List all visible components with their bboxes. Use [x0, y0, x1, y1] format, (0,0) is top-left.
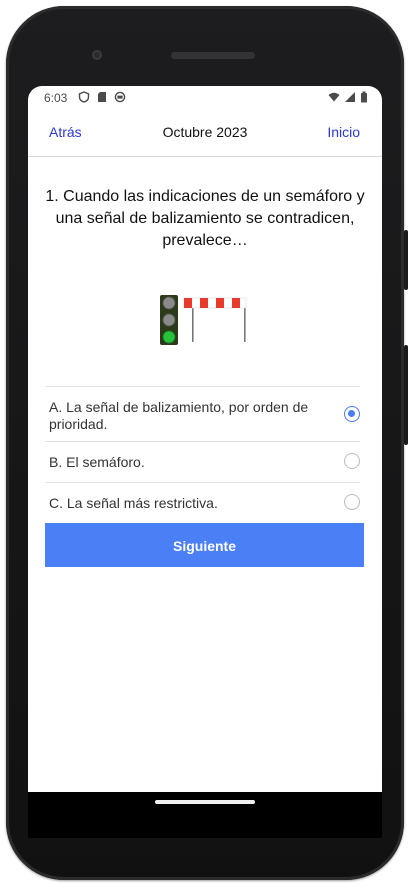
- status-time: 6:03: [44, 91, 68, 105]
- option-b[interactable]: B. El semáforo.: [45, 441, 360, 482]
- status-bar: 6:03: [28, 86, 382, 110]
- home-indicator[interactable]: [155, 800, 255, 804]
- barrier-icon: [183, 297, 247, 342]
- radio-button[interactable]: [344, 494, 360, 510]
- notification-icon: [114, 91, 126, 103]
- option-label: C. La señal más restrictiva.: [49, 495, 218, 511]
- battery-icon: [361, 91, 367, 103]
- question-text: 1. Cuando las indicaciones de un semáfor…: [45, 188, 365, 249]
- wifi-icon: [328, 92, 340, 102]
- sd-card-icon: [98, 92, 106, 102]
- radio-button[interactable]: [344, 453, 360, 469]
- power-button: [404, 230, 408, 290]
- radio-button-selected[interactable]: [344, 406, 360, 422]
- next-button[interactable]: Siguiente: [45, 523, 364, 567]
- traffic-light-icon: [160, 295, 178, 345]
- app-screen: 6:03 Atrás Octubre 2023 Inicio 1. Cuando…: [28, 86, 382, 792]
- shield-icon: [78, 91, 90, 103]
- home-link[interactable]: Inicio: [327, 124, 360, 140]
- earpiece-speaker: [171, 52, 255, 59]
- option-label: B. El semáforo.: [49, 454, 145, 470]
- volume-button: [404, 345, 408, 445]
- signal-icon: [345, 92, 355, 102]
- option-c[interactable]: C. La señal más restrictiva.: [45, 482, 360, 523]
- front-camera: [92, 50, 102, 60]
- option-label: A. La señal de balizamiento, por orden d…: [49, 399, 309, 432]
- question-illustration: [160, 295, 247, 345]
- system-navigation-bar: [28, 792, 382, 838]
- option-a[interactable]: A. La señal de balizamiento, por orden d…: [45, 386, 360, 441]
- answer-options: A. La señal de balizamiento, por orden d…: [45, 386, 360, 523]
- top-navigation-bar: Atrás Octubre 2023 Inicio: [28, 110, 382, 157]
